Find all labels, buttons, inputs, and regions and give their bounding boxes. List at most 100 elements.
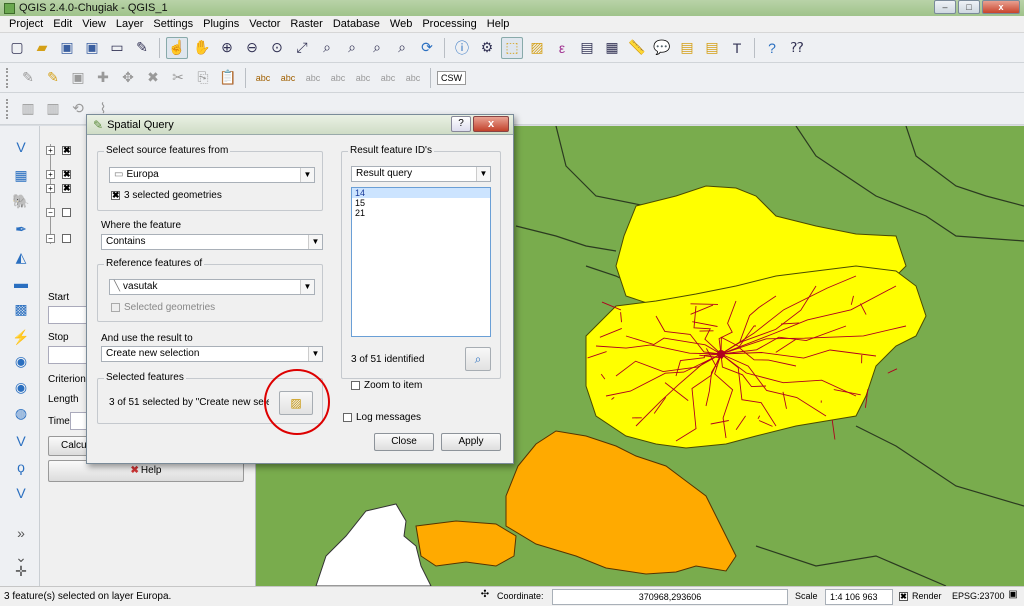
- list-item[interactable]: 14: [352, 188, 490, 198]
- zoom-to-item-button[interactable]: ⌕: [465, 347, 491, 371]
- add-postgis-layer-icon[interactable]: 🐘: [10, 190, 32, 212]
- dialog-close-x-button[interactable]: x: [473, 116, 509, 132]
- message-log-icon[interactable]: ▣: [1006, 589, 1020, 603]
- expand-toggle[interactable]: +: [46, 184, 55, 193]
- select-features-icon[interactable]: ⬚: [501, 36, 523, 59]
- menu-database[interactable]: Database: [328, 18, 385, 30]
- menu-edit[interactable]: Edit: [48, 18, 77, 30]
- current-edits-icon[interactable]: ✎: [17, 67, 39, 89]
- statistics-icon[interactable]: ▦: [601, 37, 623, 59]
- layer-checkbox[interactable]: [62, 208, 71, 217]
- zoom-native-icon[interactable]: ⊙: [266, 37, 288, 59]
- menu-settings[interactable]: Settings: [148, 18, 198, 30]
- layer-checkbox[interactable]: ✖: [62, 170, 71, 179]
- dialog-help-button[interactable]: ?: [451, 116, 471, 132]
- menu-web[interactable]: Web: [385, 18, 417, 30]
- add-wms-layer-icon[interactable]: ▩: [10, 298, 32, 320]
- refresh-icon[interactable]: ⟳: [416, 37, 438, 59]
- pan-icon[interactable]: ☝: [166, 36, 188, 59]
- add-virtual-layer-icon[interactable]: V: [10, 430, 32, 452]
- save-as-icon[interactable]: ▣: [81, 37, 103, 59]
- whats-this-icon[interactable]: ⁇: [786, 37, 808, 59]
- render-checkbox[interactable]: ✖: [899, 592, 908, 601]
- toggle-editing-icon[interactable]: ✎: [42, 67, 64, 89]
- expand-toggle[interactable]: +: [46, 146, 55, 155]
- crosshair-icon[interactable]: ✛: [10, 560, 32, 582]
- close-button[interactable]: Close: [374, 433, 434, 451]
- menu-vector[interactable]: Vector: [244, 18, 285, 30]
- cut-features-icon[interactable]: ✂: [167, 67, 189, 89]
- source-layer-select[interactable]: ▭ Europa ▼: [109, 167, 315, 183]
- apply-button[interactable]: Apply: [441, 433, 501, 451]
- menu-raster[interactable]: Raster: [285, 18, 327, 30]
- redo-icon[interactable]: ▥: [42, 98, 64, 120]
- add-raster-layer-icon[interactable]: ▦: [10, 164, 32, 186]
- reference-layer-select[interactable]: ╲ vasutak ▼: [109, 279, 315, 295]
- layer-checkbox[interactable]: [62, 234, 71, 243]
- text-annotation-icon[interactable]: T: [726, 37, 748, 59]
- pin-labels-icon[interactable]: abc: [302, 67, 324, 89]
- selected-geometries-checkbox[interactable]: ✖: [111, 191, 120, 200]
- zoom-to-item-checkbox[interactable]: [351, 381, 360, 390]
- show-labels-icon[interactable]: abc: [327, 67, 349, 89]
- measure-icon[interactable]: 📏: [626, 37, 648, 59]
- add-spatialite-layer-icon[interactable]: ✒: [10, 218, 32, 240]
- window-close-button[interactable]: x: [982, 0, 1020, 14]
- label-icon[interactable]: abc: [252, 67, 274, 89]
- menu-help[interactable]: Help: [482, 18, 515, 30]
- undo-icon[interactable]: ▥: [17, 98, 39, 120]
- layer-checkbox[interactable]: ✖: [62, 184, 71, 193]
- change-label-icon[interactable]: abc: [402, 67, 424, 89]
- expand-toggle[interactable]: −: [46, 208, 55, 217]
- coordinate-field[interactable]: 370968,293606: [552, 589, 788, 605]
- layer-checkbox[interactable]: ✖: [62, 146, 71, 155]
- menu-processing[interactable]: Processing: [417, 18, 481, 30]
- menu-project[interactable]: Project: [4, 18, 48, 30]
- add-feature-icon[interactable]: ✚: [92, 67, 114, 89]
- expand-toggle[interactable]: +: [46, 170, 55, 179]
- zoom-selection-icon[interactable]: ⌕: [316, 37, 338, 59]
- more-tools-icon[interactable]: »: [10, 522, 32, 544]
- new-bookmark-icon[interactable]: ▤: [676, 37, 698, 59]
- zoom-next-icon[interactable]: ⌕: [391, 37, 413, 59]
- add-globe-layer-icon[interactable]: ◍: [10, 402, 32, 424]
- zoom-last-icon[interactable]: ⌕: [366, 37, 388, 59]
- zoom-to-selection-button[interactable]: ▨: [279, 391, 313, 415]
- crs-status[interactable]: EPSG:23700: [952, 591, 1005, 601]
- add-gps-layer-icon[interactable]: ϙ: [10, 456, 32, 478]
- delete-selected-icon[interactable]: ✖: [142, 67, 164, 89]
- add-wcs-layer-icon[interactable]: ⚡: [10, 326, 32, 348]
- print-composer-icon[interactable]: ▭: [106, 37, 128, 59]
- pan-to-selection-icon[interactable]: ✋: [191, 37, 213, 59]
- menu-plugins[interactable]: Plugins: [198, 18, 244, 30]
- expand-toggle[interactable]: −: [46, 234, 55, 243]
- result-mode-select[interactable]: Result query ▼: [351, 166, 491, 182]
- layer-labeling-icon[interactable]: abc: [277, 67, 299, 89]
- result-ids-list[interactable]: 14 15 21: [351, 187, 491, 337]
- mouse-coordinates-icon[interactable]: ✣: [478, 589, 492, 603]
- open-project-icon[interactable]: ▰: [31, 37, 53, 59]
- log-messages-checkbox[interactable]: [343, 413, 352, 422]
- deselect-icon[interactable]: ▨: [526, 37, 548, 59]
- list-item[interactable]: 15: [352, 198, 490, 208]
- add-wfs-layer-icon[interactable]: ◉: [10, 350, 32, 372]
- operation-select[interactable]: Contains ▼: [101, 234, 323, 250]
- composer-manager-icon[interactable]: ✎: [131, 37, 153, 59]
- attribute-table-icon[interactable]: ▤: [576, 37, 598, 59]
- menu-layer[interactable]: Layer: [111, 18, 149, 30]
- reference-selected-checkbox[interactable]: [111, 303, 120, 312]
- show-bookmarks-icon[interactable]: ▤: [701, 37, 723, 59]
- run-feature-action-icon[interactable]: ⚙: [476, 37, 498, 59]
- paste-features-icon[interactable]: 📋: [217, 67, 239, 89]
- move-label-icon[interactable]: abc: [352, 67, 374, 89]
- maximize-button[interactable]: □: [958, 0, 980, 14]
- zoom-layer-icon[interactable]: ⌕: [341, 37, 363, 59]
- add-mssql-layer-icon[interactable]: ◭: [10, 246, 32, 268]
- zoom-out-icon[interactable]: ⊖: [241, 37, 263, 59]
- identify-icon[interactable]: ⓘ: [451, 37, 473, 59]
- new-project-icon[interactable]: ▢: [6, 37, 28, 59]
- save-project-icon[interactable]: ▣: [56, 37, 78, 59]
- map-tips-icon[interactable]: 💬: [651, 37, 673, 59]
- add-vector-layer-icon[interactable]: V: [10, 136, 32, 158]
- minimize-button[interactable]: –: [934, 0, 956, 14]
